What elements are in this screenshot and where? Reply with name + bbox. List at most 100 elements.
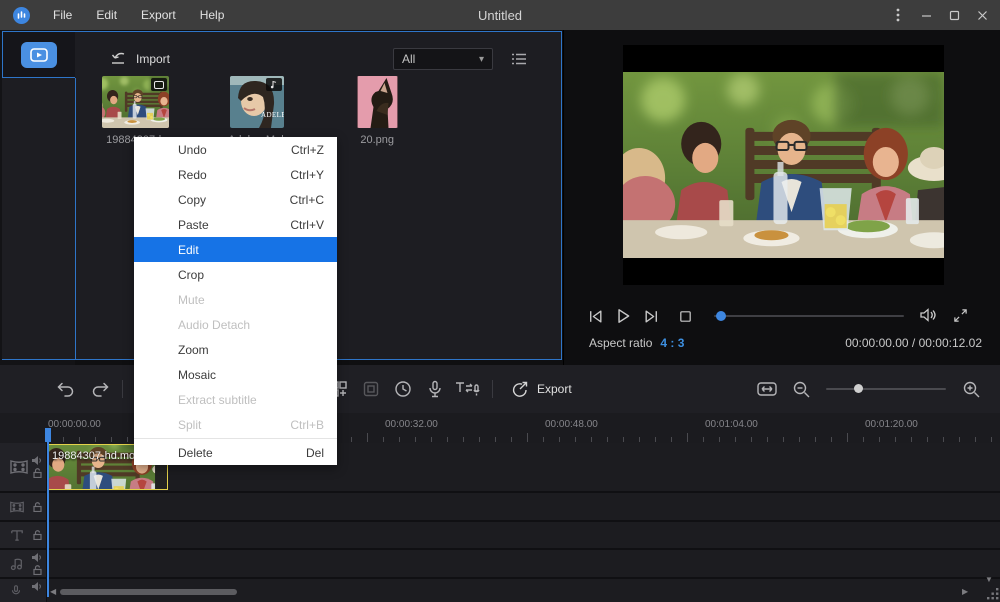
more-options-button[interactable] [884,0,912,30]
ruler-tick [863,437,864,442]
fullscreen-button[interactable] [948,304,972,326]
track-mute-icon[interactable] [32,582,42,591]
media-item-image[interactable]: 20.png [357,76,398,146]
previous-frame-button[interactable] [582,305,608,327]
next-frame-button[interactable] [638,305,664,327]
context-menu-item-zoom[interactable]: Zoom [134,337,337,362]
menu-item-label: Edit [178,243,199,257]
hscroll-right-arrow[interactable]: ▶ [962,588,968,596]
zoom-out-button[interactable] [786,374,816,404]
menu-edit[interactable]: Edit [85,4,128,26]
menu-item-label: Extract subtitle [178,393,257,407]
hscroll-left-arrow[interactable]: ◀ [50,588,56,596]
track-text [0,522,1000,548]
menu-file[interactable]: File [42,4,83,26]
zoom-slider-handle[interactable] [854,384,863,393]
sidebar-item-media[interactable] [2,31,75,78]
track-mute-icon[interactable] [32,456,42,465]
fit-timeline-button[interactable] [752,374,782,404]
track-mute-icon[interactable] [32,553,42,562]
aspect-ratio-value[interactable]: 4 : 3 [660,336,684,350]
text-to-speech-button[interactable] [452,374,482,404]
context-menu-item-copy[interactable]: Copy Ctrl+C [134,187,337,212]
close-button[interactable] [968,0,996,30]
menu-item-shortcut: Del [306,446,324,460]
preview-panel: Aspect ratio 4 : 3 00:00:00.00 / 00:00:1… [563,30,1000,365]
play-button[interactable] [610,305,636,327]
video-preview[interactable] [623,45,944,285]
media-tab-icon [21,42,57,68]
list-view-button[interactable] [509,49,529,69]
zoom-in-button[interactable] [956,374,986,404]
track-lock-icon[interactable] [33,565,42,575]
ruler-tick [943,437,944,442]
track-lock-icon[interactable] [33,468,42,478]
minimize-button[interactable] [912,0,940,30]
voiceover-button[interactable] [420,374,450,404]
maximize-button[interactable] [940,0,968,30]
menu-export[interactable]: Export [130,4,187,26]
menu-item-shortcut: Ctrl+Y [290,168,324,182]
context-menu-item-mute: Mute [134,287,337,312]
duration-button[interactable] [388,374,418,404]
track-lock-icon[interactable] [33,502,42,512]
ruler-tick [687,433,688,442]
menu-item-label: Undo [178,143,207,157]
crop-button [356,374,386,404]
media-item-label: 20.png [360,134,394,146]
app-logo-icon [13,7,30,24]
ruler-tick [911,437,912,442]
redo-button[interactable] [86,374,116,404]
text-track-icon [9,528,25,543]
import-button[interactable]: Import [109,51,170,67]
ruler-label: 00:01:04.00 [705,419,758,430]
track-voiceover-head [0,579,46,602]
track-pip [0,493,1000,520]
stop-button[interactable] [672,305,698,327]
vscroll-down-arrow[interactable]: ▼ [985,576,993,584]
context-menu-item-delete[interactable]: Delete Del [134,440,337,465]
undo-button[interactable] [50,374,80,404]
track-lock-icon[interactable] [33,530,42,540]
chevron-down-icon: ▾ [479,54,484,65]
horizontal-scrollbar-thumb[interactable] [60,589,237,595]
ruler-tick [655,437,656,442]
context-menu-item-edit[interactable]: Edit [134,237,337,262]
media-item-image-audio[interactable]: Adele - Mak [228,76,287,146]
context-menu-item-undo[interactable]: Undo Ctrl+Z [134,137,337,162]
ruler-tick [543,437,544,442]
ruler-tick [495,437,496,442]
menubar: FileEditExportHelp [42,4,235,26]
ruler-tick [559,437,560,442]
menu-item-label: Delete [178,446,213,460]
export-button[interactable]: Export [511,380,572,398]
context-menu-item-redo[interactable]: Redo Ctrl+Y [134,162,337,187]
timeline-zoom-slider[interactable] [826,388,946,390]
context-menu-item-paste[interactable]: Paste Ctrl+V [134,212,337,237]
media-item-video[interactable]: 19884307-h [102,76,169,146]
volume-button[interactable] [916,304,940,326]
ruler-tick [607,437,608,442]
seek-slider[interactable] [714,315,904,317]
resize-grip-icon[interactable] [985,587,999,601]
video-editor-window: FileEditExportHelp Untitled [0,0,1000,602]
media-filter-dropdown[interactable]: All ▾ [393,48,493,70]
menu-item-label: Mosaic [178,368,216,382]
ruler-tick [719,437,720,442]
export-icon [511,380,529,398]
context-menu-item-crop[interactable]: Crop [134,262,337,287]
ruler-label: 00:00:32.00 [385,419,438,430]
menu-item-shortcut: Ctrl+C [290,193,324,207]
ruler-tick [351,437,352,442]
video-frame [623,72,944,258]
menu-help[interactable]: Help [189,4,236,26]
ruler-tick [895,437,896,442]
menu-item-label: Crop [178,268,204,282]
ruler-tick [623,437,624,442]
context-menu-item-mosaic[interactable]: Mosaic [134,362,337,387]
ruler-tick [767,437,768,442]
timecode: 00:00:00.00 / 00:00:12.02 [845,336,982,350]
ruler-tick [703,437,704,442]
ruler-tick [991,437,992,442]
seek-handle[interactable] [716,311,726,321]
